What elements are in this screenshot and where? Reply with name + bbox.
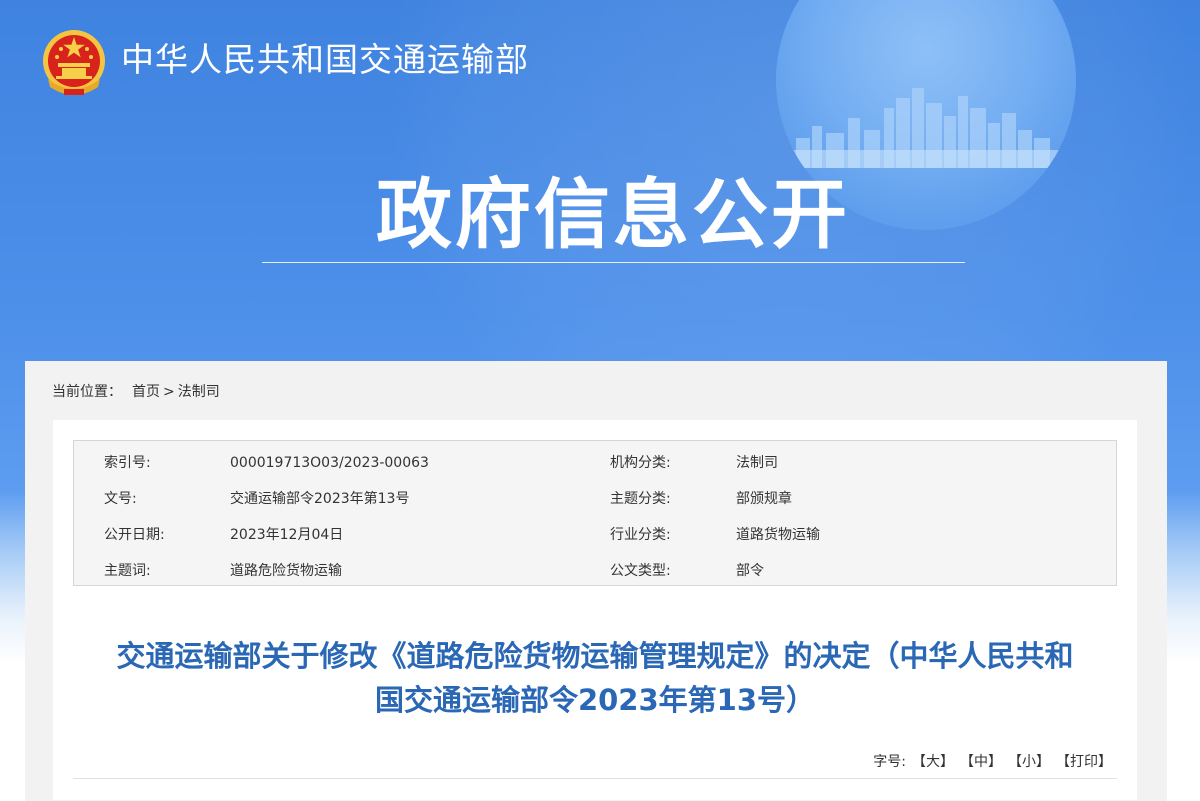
metadata-value: 部颁规章 (736, 491, 792, 507)
document-metadata-table: 索引号: 000019713O03/2023-00063 机构分类: 法制司 文… (73, 440, 1117, 586)
metadata-value: 道路危险货物运输 (230, 563, 342, 579)
document-title-line: 国交通运输部令2023年第13号） (374, 683, 816, 717)
metadata-row: 索引号: 000019713O03/2023-00063 机构分类: 法制司 (74, 445, 1116, 481)
ministry-name[interactable]: 中华人民共和国交通运输部 (121, 38, 529, 82)
metadata-row: 公开日期: 2023年12月04日 行业分类: 道路货物运输 (74, 517, 1116, 553)
metadata-label: 机构分类: (610, 455, 671, 471)
city-skyline-icon (776, 88, 1076, 168)
font-large-button[interactable]: 【大】 (912, 752, 954, 772)
metadata-row: 主题词: 道路危险货物运输 公文类型: 部令 (74, 553, 1116, 589)
metadata-value: 交通运输部令2023年第13号 (230, 491, 410, 507)
document-title: 交通运输部关于修改《道路危险货物运输管理规定》的决定（中华人民共和 国交通运输部… (60, 634, 1130, 722)
metadata-label: 主题分类: (610, 491, 671, 507)
metadata-label: 公开日期: (104, 527, 165, 543)
font-size-label: 字号: (873, 754, 906, 770)
metadata-label: 主题词: (104, 563, 151, 579)
title-divider (262, 262, 965, 263)
breadcrumb-current-link[interactable]: 法制司 (178, 384, 220, 400)
metadata-value: 2023年12月04日 (230, 527, 344, 543)
font-medium-button[interactable]: 【中】 (960, 752, 1002, 772)
metadata-label: 公文类型: (610, 563, 671, 579)
metadata-value: 道路货物运输 (736, 527, 820, 543)
metadata-value: 部令 (736, 563, 764, 579)
metadata-label: 行业分类: (610, 527, 671, 543)
section-title: 政府信息公开 (376, 170, 850, 259)
font-small-button[interactable]: 【小】 (1008, 752, 1050, 772)
metadata-value: 法制司 (736, 455, 778, 471)
breadcrumb-separator: > (163, 384, 175, 400)
metadata-value: 000019713O03/2023-00063 (230, 455, 429, 471)
metadata-label: 文号: (104, 491, 137, 507)
breadcrumb-label: 当前位置： (52, 384, 122, 400)
content-divider (73, 778, 1117, 779)
breadcrumb-home-link[interactable]: 首页 (132, 384, 160, 400)
breadcrumb: 当前位置： 首页 > 法制司 (52, 382, 220, 402)
document-title-line: 交通运输部关于修改《道路危险货物运输管理规定》的决定（中华人民共和 (116, 639, 1074, 673)
font-size-toolbar: 字号: 【大】 【中】 【小】 【打印】 (873, 752, 1112, 772)
national-emblem-icon (43, 30, 105, 95)
metadata-label: 索引号: (104, 455, 151, 471)
metadata-row: 文号: 交通运输部令2023年第13号 主题分类: 部颁规章 (74, 481, 1116, 517)
print-button[interactable]: 【打印】 (1056, 752, 1112, 772)
